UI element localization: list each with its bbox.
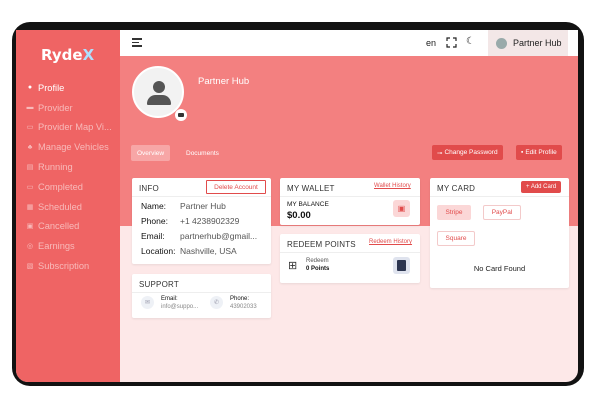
calendar-icon: ▦ [26, 203, 34, 211]
avatar [496, 37, 507, 49]
menu-toggle-icon[interactable] [132, 38, 142, 47]
edit-icon: ▪ [521, 149, 524, 156]
sidebar-item-completed[interactable]: ▭ Completed [26, 177, 120, 197]
info-value-name: Partner Hub [180, 201, 226, 211]
wallet-history-link[interactable]: Wallet History [374, 183, 411, 189]
sidebar-item-profile[interactable]: ● Profile [26, 78, 120, 98]
user-icon: ● [27, 84, 33, 92]
key-icon: ⊸ [437, 149, 443, 157]
sidebar-nav: ● Profile ▬ Provider ▭ Provider Map Vi... ♣… [26, 78, 120, 276]
mail-icon: ✉ [141, 296, 154, 309]
info-label-location: Location: [141, 246, 176, 256]
running-icon: ▤ [26, 164, 34, 172]
info-value-email: partnerhub@gmail... [180, 231, 258, 241]
payment-option-stripe[interactable]: Stripe [437, 205, 471, 220]
redeem-label: Redeem [306, 258, 329, 264]
sidebar-item-earnings[interactable]: ◎ Earnings [26, 236, 120, 256]
balance-label: MY BALANCE [287, 201, 329, 208]
sidebar-item-running[interactable]: ▤ Running [26, 157, 120, 177]
wallet-card: MY WALLET Wallet History MY BALANCE $0.0… [280, 178, 420, 225]
gift-icon: ⊞ [288, 260, 298, 272]
support-phone-label: Phone: [230, 296, 250, 302]
user-name: Partner Hub [513, 38, 562, 48]
tab-overview[interactable]: Overview [131, 145, 171, 161]
delete-account-button[interactable]: Delete Account [206, 180, 266, 194]
payment-option-square[interactable]: Square [437, 231, 475, 246]
sidebar: RydeX ● Profile ▬ Provider ▭ Provider Map V… [16, 30, 120, 382]
info-card: INFO Delete Account Name: Partner Hub Ph… [132, 178, 271, 264]
change-password-button[interactable]: ⊸ Change Password [432, 145, 503, 160]
info-value-location: Nashville, USA [180, 246, 237, 256]
info-label-name: Name: [141, 201, 167, 211]
redeem-icon [393, 257, 410, 274]
sidebar-item-subscription[interactable]: ▧ Subscription [26, 256, 120, 276]
info-label-phone: Phone: [141, 216, 168, 226]
profile-name: Partner Hub [198, 76, 250, 87]
balance-value: $0.00 [287, 210, 311, 221]
support-title: SUPPORT [139, 280, 179, 289]
tab-documents[interactable]: Documents [180, 145, 225, 161]
topbar: en ☾ Partner Hub [120, 30, 578, 56]
redeem-card: REDEEM POINTS Redeem History ⊞ Redeem 0 … [280, 234, 420, 283]
app-screen: RydeX ● Profile ▬ Provider ▭ Provider Map V… [16, 30, 578, 382]
completed-icon: ▭ [26, 183, 34, 191]
info-value-phone: +1 4238902329 [180, 216, 240, 226]
profile-avatar [132, 66, 187, 121]
add-card-button[interactable]: + Add Card [521, 181, 562, 193]
earnings-icon: ◎ [26, 243, 34, 251]
language-selector[interactable]: en [426, 38, 436, 48]
my-card-title: MY CARD [437, 184, 476, 193]
my-card-card: MY CARD + Add Card Stripe PayPal Square … [430, 178, 569, 288]
no-card-message: No Card Found [473, 264, 526, 273]
cancel-icon: ▣ [26, 223, 34, 231]
wallet-title: MY WALLET [287, 184, 335, 193]
edit-profile-button[interactable]: ▪ Edit Profile [516, 145, 562, 160]
redeem-title: REDEEM POINTS [287, 240, 356, 249]
app-logo[interactable]: RydeX [41, 46, 94, 64]
info-label-email: Email: [141, 231, 165, 241]
fullscreen-icon[interactable] [446, 37, 457, 48]
phone-icon: ✆ [210, 296, 223, 309]
vehicle-icon: ♣ [27, 143, 33, 151]
sidebar-item-provider[interactable]: ▬ Provider [26, 98, 120, 118]
info-title: INFO [139, 184, 159, 193]
camera-icon[interactable] [175, 109, 187, 121]
wallet-icon: ▣ [393, 200, 410, 217]
subscription-icon: ▧ [26, 263, 34, 271]
redeem-points: 0 Points [306, 266, 330, 272]
sidebar-item-manage-vehicles[interactable]: ♣ Manage Vehicles [26, 137, 120, 157]
sidebar-item-provider-map[interactable]: ▭ Provider Map Vi... [26, 118, 120, 138]
support-email-value[interactable]: info@suppo... [161, 304, 198, 310]
user-menu[interactable]: Partner Hub [488, 30, 568, 56]
sidebar-item-scheduled[interactable]: ▦ Scheduled [26, 197, 120, 217]
moon-icon[interactable]: ☾ [466, 36, 475, 47]
redeem-history-link[interactable]: Redeem History [369, 239, 412, 245]
support-phone-value[interactable]: 43902033 [230, 304, 257, 310]
support-card: SUPPORT ✉ Email: info@suppo... ✆ Phone: … [132, 274, 271, 318]
support-email-label: Email: [161, 296, 178, 302]
sidebar-item-cancelled[interactable]: ▣ Cancelled [26, 217, 120, 237]
map-icon: ▭ [26, 124, 34, 132]
car-icon: ▬ [26, 104, 34, 112]
payment-option-paypal[interactable]: PayPal [483, 205, 521, 220]
